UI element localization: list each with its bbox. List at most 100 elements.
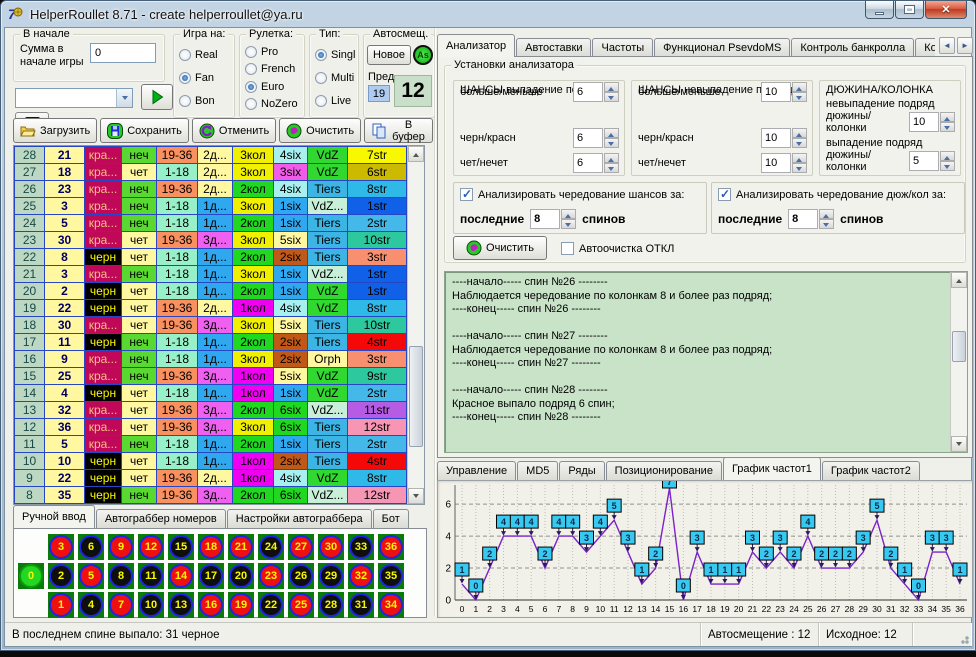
radio-dot[interactable]: [245, 46, 257, 58]
spin-row-20[interactable]: 202чернчет1-181д...2кол1sixVdZ1str: [15, 283, 407, 300]
resize-grip[interactable]: [957, 632, 969, 644]
table-scrollbar[interactable]: [407, 146, 424, 504]
spin-row-15[interactable]: 1525кра...неч19-363д...1кол5sixVdZ9str: [15, 368, 407, 385]
num-button-6[interactable]: 6: [78, 534, 104, 560]
radio-dot[interactable]: [179, 72, 191, 84]
radio-singl[interactable]: Singl: [315, 49, 356, 61]
analysis-log[interactable]: ----начало----- спин №26 -------- Наблюд…: [444, 271, 968, 453]
alt-dozens-checkbox[interactable]: [718, 188, 731, 201]
load-button[interactable]: Загрузить: [13, 118, 97, 143]
spinner-value[interactable]: 8: [530, 209, 560, 229]
spin-row-25[interactable]: 253кра...неч1-181д...3кол1sixVdZ...1str: [15, 198, 407, 215]
titlebar[interactable]: 7 HelperRoullet 8.71 - create helperroul…: [1, 1, 975, 27]
spinner[interactable]: 10: [909, 112, 955, 132]
spinner-down-icon[interactable]: [819, 219, 834, 229]
num-button-5[interactable]: 5: [78, 563, 104, 589]
spinner[interactable]: 6: [573, 153, 619, 173]
tab-control[interactable]: Управление: [437, 461, 516, 480]
scrollbar-thumb[interactable]: [409, 346, 423, 446]
copy-buffer-button[interactable]: В буфер: [364, 118, 433, 143]
tab-autobets[interactable]: Автоставки: [516, 38, 591, 57]
autoclear-checkbox[interactable]: [561, 242, 574, 255]
clear-button[interactable]: Очистить: [279, 118, 361, 143]
spin-row-12[interactable]: 1236кра...чет19-363д...3кол6sixTiers12st…: [15, 419, 407, 436]
autoshift-as-button[interactable]: As: [413, 45, 433, 65]
tab-scroll-left[interactable]: ◄: [939, 37, 955, 54]
spinner-up-icon[interactable]: [604, 128, 619, 138]
num-button-20[interactable]: 20: [228, 563, 254, 589]
alt-chances-checkbox[interactable]: [460, 188, 473, 201]
spinner-down-icon[interactable]: [604, 138, 619, 148]
radio-dot[interactable]: [179, 95, 191, 107]
radio-euro[interactable]: Euro: [245, 81, 302, 93]
radio-fan[interactable]: Fan: [179, 72, 232, 84]
undo-button[interactable]: Отменить: [192, 118, 276, 143]
tab-freq-chart2[interactable]: График частот2: [822, 461, 920, 480]
spin-row-11[interactable]: 115кра...неч1-181д...2кол1sixTiers2str: [15, 436, 407, 453]
tab-analyzer[interactable]: Анализатор: [437, 34, 515, 57]
num-button-34[interactable]: 34: [378, 592, 404, 618]
num-button-16[interactable]: 16: [198, 592, 224, 618]
num-button-29[interactable]: 29: [318, 563, 344, 589]
num-button-11[interactable]: 11: [138, 563, 164, 589]
clear-log-button[interactable]: Очистить: [453, 236, 547, 260]
num-button-2[interactable]: 2: [48, 563, 74, 589]
spinner[interactable]: 10: [761, 82, 807, 102]
scroll-up-icon[interactable]: [408, 146, 424, 162]
spin-row-10[interactable]: 1010чернчет1-181д...1кол2sixTiers4str: [15, 453, 407, 470]
spinner[interactable]: 8: [530, 209, 576, 229]
new-shift-button[interactable]: Новое: [367, 45, 411, 65]
num-button-12[interactable]: 12: [138, 534, 164, 560]
radio-dot[interactable]: [245, 98, 257, 110]
num-button-4[interactable]: 4: [78, 592, 104, 618]
spin-row-19[interactable]: 1922чернчет19-362д...1кол4sixVdZ8str: [15, 300, 407, 317]
spin-row-17[interactable]: 1711черннеч1-181д...2кол2sixTiers4str: [15, 334, 407, 351]
num-button-35[interactable]: 35: [378, 563, 404, 589]
spinner-down-icon[interactable]: [604, 163, 619, 173]
spinner-value[interactable]: 6: [573, 153, 603, 173]
spinner-up-icon[interactable]: [792, 153, 807, 163]
num-button-18[interactable]: 18: [198, 534, 224, 560]
num-button-21[interactable]: 21: [228, 534, 254, 560]
num-button-17[interactable]: 17: [198, 563, 224, 589]
spinner[interactable]: 5: [909, 151, 955, 171]
spin-row-22[interactable]: 228чернчет1-181д...2кол2sixTiers3str: [15, 249, 407, 266]
num-button-30[interactable]: 30: [318, 534, 344, 560]
spinner-down-icon[interactable]: [561, 219, 576, 229]
spinner-up-icon[interactable]: [940, 112, 955, 122]
spin-row-26[interactable]: 2623кра...неч19-362д...2кол4sixTiers8str: [15, 181, 407, 198]
spinner-down-icon[interactable]: [604, 92, 619, 102]
num-button-3[interactable]: 3: [48, 534, 74, 560]
tab-manual-input[interactable]: Ручной ввод: [13, 505, 95, 528]
radio-pro[interactable]: Pro: [245, 46, 302, 58]
spin-row-21[interactable]: 213кра...неч1-181д...3кол1sixVdZ...1str: [15, 266, 407, 283]
num-button-9[interactable]: 9: [108, 534, 134, 560]
num-button-32[interactable]: 32: [348, 563, 374, 589]
scroll-down-icon[interactable]: [951, 436, 967, 452]
spinner-value[interactable]: 8: [788, 209, 818, 229]
num-button-7[interactable]: 7: [108, 592, 134, 618]
radio-nozero[interactable]: NoZero: [245, 98, 302, 110]
num-button-15[interactable]: 15: [168, 534, 194, 560]
spinner-up-icon[interactable]: [604, 82, 619, 92]
tab-bankroll-control[interactable]: Контроль банкролла: [791, 38, 914, 57]
tab-bot[interactable]: Бот: [373, 509, 409, 528]
spinner-up-icon[interactable]: [792, 82, 807, 92]
spinner[interactable]: 6: [573, 82, 619, 102]
spinner-up-icon[interactable]: [819, 209, 834, 219]
num-button-36[interactable]: 36: [378, 534, 404, 560]
vertical-splitter[interactable]: [434, 28, 436, 616]
num-button-1[interactable]: 1: [48, 592, 74, 618]
num-button-26[interactable]: 26: [288, 563, 314, 589]
num-button-28[interactable]: 28: [318, 592, 344, 618]
tab-autograbber-settings[interactable]: Настройки автограббера: [227, 509, 372, 528]
radio-dot[interactable]: [315, 95, 327, 107]
num-button-8[interactable]: 8: [108, 563, 134, 589]
radio-dot[interactable]: [315, 72, 327, 84]
spin-row-9[interactable]: 922чернчет19-362д...1кол4sixVdZ8str: [15, 470, 407, 487]
spinner-down-icon[interactable]: [940, 161, 955, 171]
spinner-up-icon[interactable]: [940, 151, 955, 161]
scroll-up-icon[interactable]: [951, 272, 967, 288]
tab-freq-chart1[interactable]: График частот1: [723, 457, 821, 480]
radio-dot[interactable]: [245, 81, 257, 93]
